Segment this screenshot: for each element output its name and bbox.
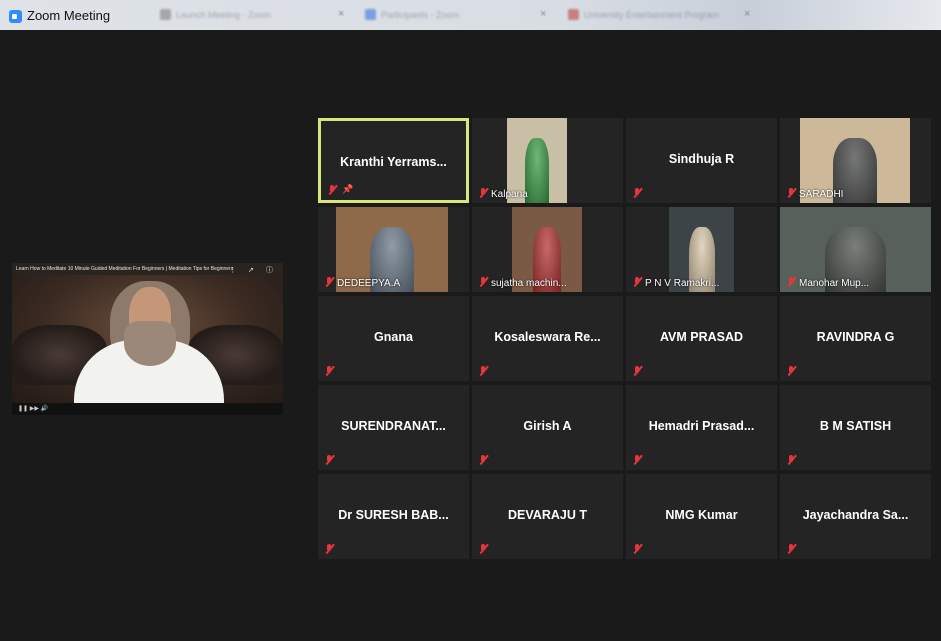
window-titlebar: Zoom Meeting Launch Meeting - Zoom × Par… xyxy=(0,0,941,30)
muted-mic-icon xyxy=(786,187,797,198)
participant-name: AVM PRASAD xyxy=(659,330,744,344)
participant-tile[interactable]: Girish A xyxy=(472,385,623,470)
participant-tile[interactable]: DEDEEPYA.A xyxy=(318,207,469,292)
muted-mic-icon xyxy=(324,543,335,554)
participant-tile[interactable]: Sindhuja R xyxy=(626,118,777,203)
tab-close-icon[interactable]: × xyxy=(540,8,546,20)
muted-mic-icon xyxy=(478,365,489,376)
participant-name: B M SATISH xyxy=(819,419,892,433)
muted-mic-icon xyxy=(632,543,643,554)
muted-mic-icon xyxy=(478,454,489,465)
participant-tile[interactable]: Hemadri Prasad... xyxy=(626,385,777,470)
video-player-controls[interactable]: ❚❚ ▶▶ 🔊 xyxy=(12,403,283,415)
blurred-tab-2[interactable]: Participants - Zoom xyxy=(365,9,459,22)
participant-name: Dr SURESH BAB... xyxy=(338,508,449,522)
window-title: Zoom Meeting xyxy=(27,8,111,23)
muted-mic-icon xyxy=(478,543,489,554)
participant-name: SURENDRANAT... xyxy=(341,419,446,433)
tab-close-icon[interactable]: × xyxy=(744,8,750,20)
participant-tile[interactable]: Gnana xyxy=(318,296,469,381)
participant-tile[interactable]: Dr SURESH BAB... xyxy=(318,474,469,559)
participant-name: RAVINDRA G xyxy=(816,330,895,344)
zoom-app-icon xyxy=(9,10,22,23)
muted-mic-icon xyxy=(786,365,797,376)
participant-tile[interactable]: NMG Kumar xyxy=(626,474,777,559)
participant-name: Kranthi Yerrams... xyxy=(340,155,447,169)
muted-mic-icon xyxy=(786,543,797,554)
muted-mic-icon xyxy=(786,276,797,287)
muted-mic-icon xyxy=(632,187,643,198)
play-pause-icon[interactable]: ❚❚ ▶▶ 🔊 xyxy=(18,405,48,412)
participant-tile[interactable]: Kranthi Yerrams... 📌 xyxy=(318,118,469,203)
participant-tile[interactable]: Kalpana xyxy=(472,118,623,203)
muted-mic-icon xyxy=(327,184,338,195)
participant-name: NMG Kumar xyxy=(665,508,738,522)
participant-tile[interactable]: Jayachandra Sa... xyxy=(780,474,931,559)
participant-tile[interactable]: Kosaleswara Re... xyxy=(472,296,623,381)
participant-tile[interactable]: SURENDRANAT... xyxy=(318,385,469,470)
muted-mic-icon xyxy=(324,365,335,376)
video-frame xyxy=(12,275,283,410)
muted-mic-icon xyxy=(786,454,797,465)
participant-tile[interactable]: DEVARAJU T xyxy=(472,474,623,559)
participant-name: Jayachandra Sa... xyxy=(802,508,909,522)
participant-name: Girish A xyxy=(523,419,572,433)
shared-screen-video[interactable]: Learn How to Meditate 10 Minute Guided M… xyxy=(12,263,283,415)
pin-icon: 📌 xyxy=(342,184,354,194)
participant-name: Kalpana xyxy=(491,189,528,200)
participant-name: DEVARAJU T xyxy=(508,508,587,522)
blurred-tab-3[interactable]: University Entertainment Program xyxy=(568,9,719,22)
participant-name: Gnana xyxy=(374,330,413,344)
tab-close-icon[interactable]: × xyxy=(338,8,344,20)
participant-name: Sindhuja R xyxy=(668,152,735,166)
participant-tile[interactable]: RAVINDRA G xyxy=(780,296,931,381)
participant-tile[interactable]: SARADHI xyxy=(780,118,931,203)
muted-mic-icon xyxy=(632,276,643,287)
muted-mic-icon xyxy=(632,454,643,465)
participant-tile[interactable]: AVM PRASAD xyxy=(626,296,777,381)
muted-mic-icon xyxy=(324,276,335,287)
participant-name: Hemadri Prasad... xyxy=(648,419,755,433)
blurred-tab-1[interactable]: Launch Meeting - Zoom xyxy=(160,9,271,22)
muted-mic-icon xyxy=(478,276,489,287)
participant-name: P N V Ramakri... xyxy=(645,278,720,289)
participant-name: SARADHI xyxy=(799,189,844,200)
participant-video xyxy=(525,138,549,203)
participant-name: Kosaleswara Re... xyxy=(494,330,601,344)
participant-tile[interactable]: P N V Ramakri... xyxy=(626,207,777,292)
participant-tile[interactable]: B M SATISH xyxy=(780,385,931,470)
video-title: Learn How to Meditate 10 Minute Guided M… xyxy=(16,266,234,272)
muted-mic-icon xyxy=(324,454,335,465)
speaker-beard xyxy=(124,321,176,366)
muted-mic-icon xyxy=(632,365,643,376)
video-top-controls[interactable]: ⋮ ➚ ⓘ xyxy=(229,265,278,275)
participant-name: DEDEEPYA.A xyxy=(337,278,401,289)
participant-name: sujatha machin... xyxy=(491,278,567,289)
participant-name: Manohar Mup... xyxy=(799,278,870,289)
participant-tile[interactable]: Manohar Mup... xyxy=(780,207,931,292)
muted-mic-icon xyxy=(478,187,489,198)
participant-tile[interactable]: sujatha machin... xyxy=(472,207,623,292)
